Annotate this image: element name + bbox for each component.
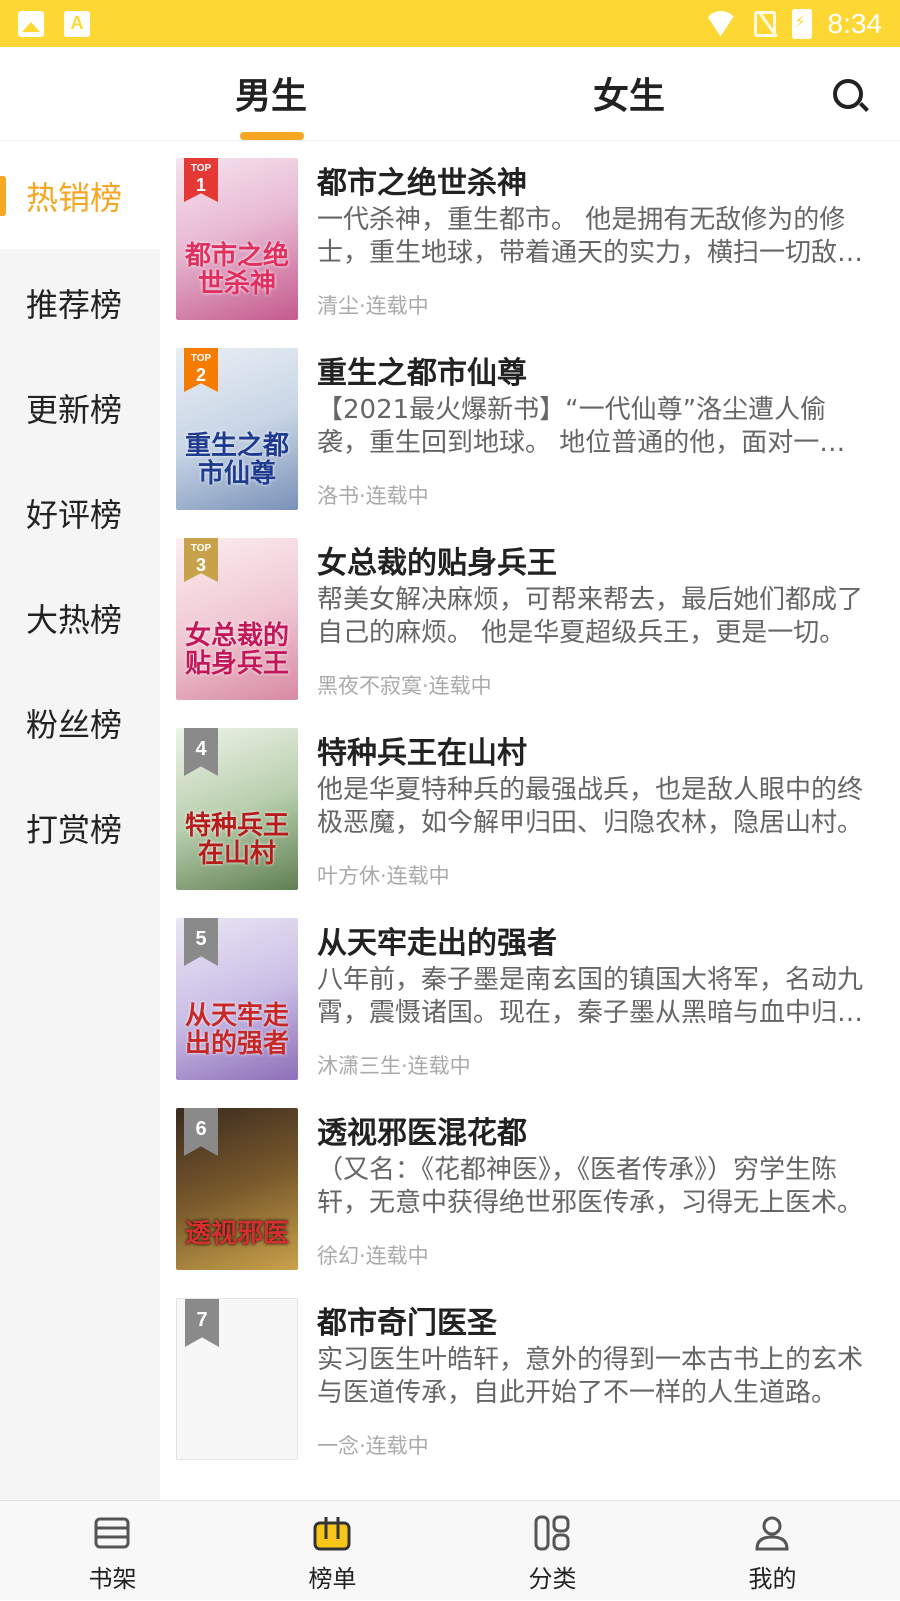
- book-item[interactable]: 重生之都市仙尊 TOP 2 重生之都市仙尊 【2021最火爆新书】“一代仙尊”洛尘…: [176, 332, 886, 510]
- book-author-status: 叶方休·连载中: [317, 864, 450, 888]
- book-cover: 从天牢走出的强者 5: [176, 918, 298, 1080]
- rank-badge: TOP 2: [184, 348, 218, 392]
- rank-badge: 6: [184, 1108, 218, 1156]
- book-description: 八年前，秦子墨是南玄国的镇国大将军，名动九霄，震慑诸国。现在，秦子墨从黑暗与血中…: [317, 965, 864, 1028]
- book-author-status: 一念·连载中: [317, 1434, 429, 1458]
- book-title: 从天牢走出的强者: [317, 926, 557, 961]
- sidebar-item-update[interactable]: 更新榜: [0, 354, 160, 461]
- book-author-status: 徐幻·连载中: [317, 1244, 429, 1268]
- book-title: 都市奇门医圣: [317, 1306, 497, 1341]
- nav-ranking-label: 榜单: [308, 1565, 357, 1593]
- book-item[interactable]: 都市之绝世杀神 TOP 1 都市之绝世杀神 一代杀神，重生都市。 他是拥有无敌修为…: [176, 142, 886, 320]
- nav-shelf-label: 书架: [88, 1565, 137, 1593]
- book-description: 实习医生叶皓轩，意外的得到一本古书上的玄术与医道传承，自此开始了不一样的人生道路…: [317, 1345, 864, 1408]
- bookshelf-icon: [94, 1517, 130, 1549]
- rank-badge: 5: [184, 918, 218, 966]
- rank-badge: TOP 1: [184, 158, 218, 202]
- book-item[interactable]: 从天牢走出的强者 5 从天牢走出的强者 八年前，秦子墨是南玄国的镇国大将军，名动…: [176, 902, 886, 1080]
- book-author-status: 清尘·连载中: [317, 294, 429, 318]
- ranking-sidebar: 热销榜 推荐榜 更新榜 好评榜 大热榜 粉丝榜 打赏榜: [0, 142, 160, 1500]
- status-time: 8:34: [827, 7, 883, 39]
- tab-male[interactable]: 男生: [235, 67, 307, 119]
- book-title: 重生之都市仙尊: [317, 356, 527, 391]
- profile-icon: [755, 1516, 789, 1551]
- nav-category[interactable]: 分类: [440, 1501, 665, 1601]
- no-sim-icon: [753, 10, 776, 37]
- book-description: 他是华夏特种兵的最强战兵，也是敌人眼中的终极恶魔，如今解甲归田、归隐农林，隐居山…: [317, 775, 864, 838]
- sidebar-item-hot-sales[interactable]: 热销榜: [0, 142, 160, 249]
- sidebar-item-recommend[interactable]: 推荐榜: [0, 249, 160, 356]
- sidebar-item-big-hot[interactable]: 大热榜: [0, 564, 160, 671]
- battery-charging-icon: [791, 8, 812, 39]
- book-item[interactable]: 女总裁的贴身兵王 TOP 3 女总裁的贴身兵王 帮美女解决麻烦，可帮来帮去，最后她…: [176, 522, 886, 700]
- cover-text: 透视邪医: [184, 1219, 289, 1249]
- book-cover: 7: [176, 1298, 298, 1460]
- cover-text: 从天牢走出的强者: [184, 1001, 289, 1059]
- book-title: 女总裁的贴身兵王: [317, 546, 557, 581]
- book-cover: 特种兵王在山村 4: [176, 728, 298, 890]
- font-notification-icon: A: [64, 10, 90, 37]
- book-cover: 女总裁的贴身兵王 TOP 3: [176, 538, 298, 700]
- sidebar-item-good-review[interactable]: 好评榜: [0, 459, 160, 566]
- book-cover: 重生之都市仙尊 TOP 2: [176, 348, 298, 510]
- gender-tab-bar: 男生 女生: [0, 47, 900, 141]
- cover-text: 女总裁的贴身兵王: [184, 621, 289, 679]
- book-description: （又名：《花都神医》，《医者传承》）穷学生陈轩，无意中获得绝世邪医传承，习得无上…: [317, 1155, 864, 1218]
- search-icon[interactable]: [833, 79, 863, 109]
- category-icon: [534, 1515, 570, 1551]
- cover-text: 重生之都市仙尊: [184, 431, 289, 489]
- rank-badge: TOP 3: [184, 538, 218, 582]
- image-notification-icon: [18, 10, 44, 37]
- book-author-status: 沐潇三生·连载中: [317, 1054, 471, 1078]
- bottom-nav: 书架 榜单 分类 我的: [0, 1500, 900, 1600]
- book-author-status: 洛书·连载中: [317, 484, 429, 508]
- book-item[interactable]: 透视邪医 6 透视邪医混花都 （又名：《花都神医》，《医者传承》）穷学生陈轩，无…: [176, 1092, 886, 1270]
- ranking-icon: [313, 1517, 351, 1551]
- tab-female[interactable]: 女生: [593, 67, 665, 119]
- book-list: 都市之绝世杀神 TOP 1 都市之绝世杀神 一代杀神，重生都市。 他是拥有无敌修为…: [160, 142, 900, 1500]
- nav-category-label: 分类: [528, 1565, 577, 1593]
- wifi-icon: [704, 11, 738, 37]
- book-item[interactable]: 特种兵王在山村 4 特种兵王在山村 他是华夏特种兵的最强战兵，也是敌人眼中的终极…: [176, 712, 886, 890]
- sidebar-item-reward[interactable]: 打赏榜: [0, 774, 160, 881]
- nav-ranking[interactable]: 榜单: [220, 1501, 445, 1601]
- cover-text: 特种兵王在山村: [184, 811, 289, 869]
- book-cover: 都市之绝世杀神 TOP 1: [176, 158, 298, 320]
- book-description: 帮美女解决麻烦，可帮来帮去，最后她们都成了自己的麻烦。 他是华夏超级兵王，更是一…: [317, 585, 864, 648]
- rank-badge: 7: [185, 1299, 219, 1347]
- nav-mine-label: 我的: [748, 1565, 797, 1593]
- nav-shelf[interactable]: 书架: [0, 1501, 225, 1601]
- book-description: 一代杀神，重生都市。 他是拥有无敌修为的修士，重生地球，带着通天的实力，横扫一切…: [317, 205, 846, 268]
- book-author-status: 黑夜不寂寞·连载中: [317, 674, 492, 698]
- book-title: 透视邪医混花都: [317, 1116, 527, 1151]
- status-bar: A 8:34: [0, 0, 900, 47]
- book-title: 特种兵王在山村: [317, 736, 527, 771]
- rank-badge: 4: [184, 728, 218, 776]
- active-tab-indicator: [240, 132, 304, 140]
- book-title: 都市之绝世杀神: [317, 166, 527, 201]
- book-item[interactable]: 7 都市奇门医圣 实习医生叶皓轩，意外的得到一本古书上的玄术与医道传承，自此开始…: [176, 1282, 886, 1460]
- book-cover: 透视邪医 6: [176, 1108, 298, 1270]
- book-description: 【2021最火爆新书】“一代仙尊”洛尘遭人偷袭，重生回到地球。 地位普通的他，面…: [317, 395, 827, 458]
- nav-mine[interactable]: 我的: [660, 1501, 885, 1601]
- cover-text: 都市之绝世杀神: [184, 241, 289, 299]
- sidebar-item-fans[interactable]: 粉丝榜: [0, 669, 160, 776]
